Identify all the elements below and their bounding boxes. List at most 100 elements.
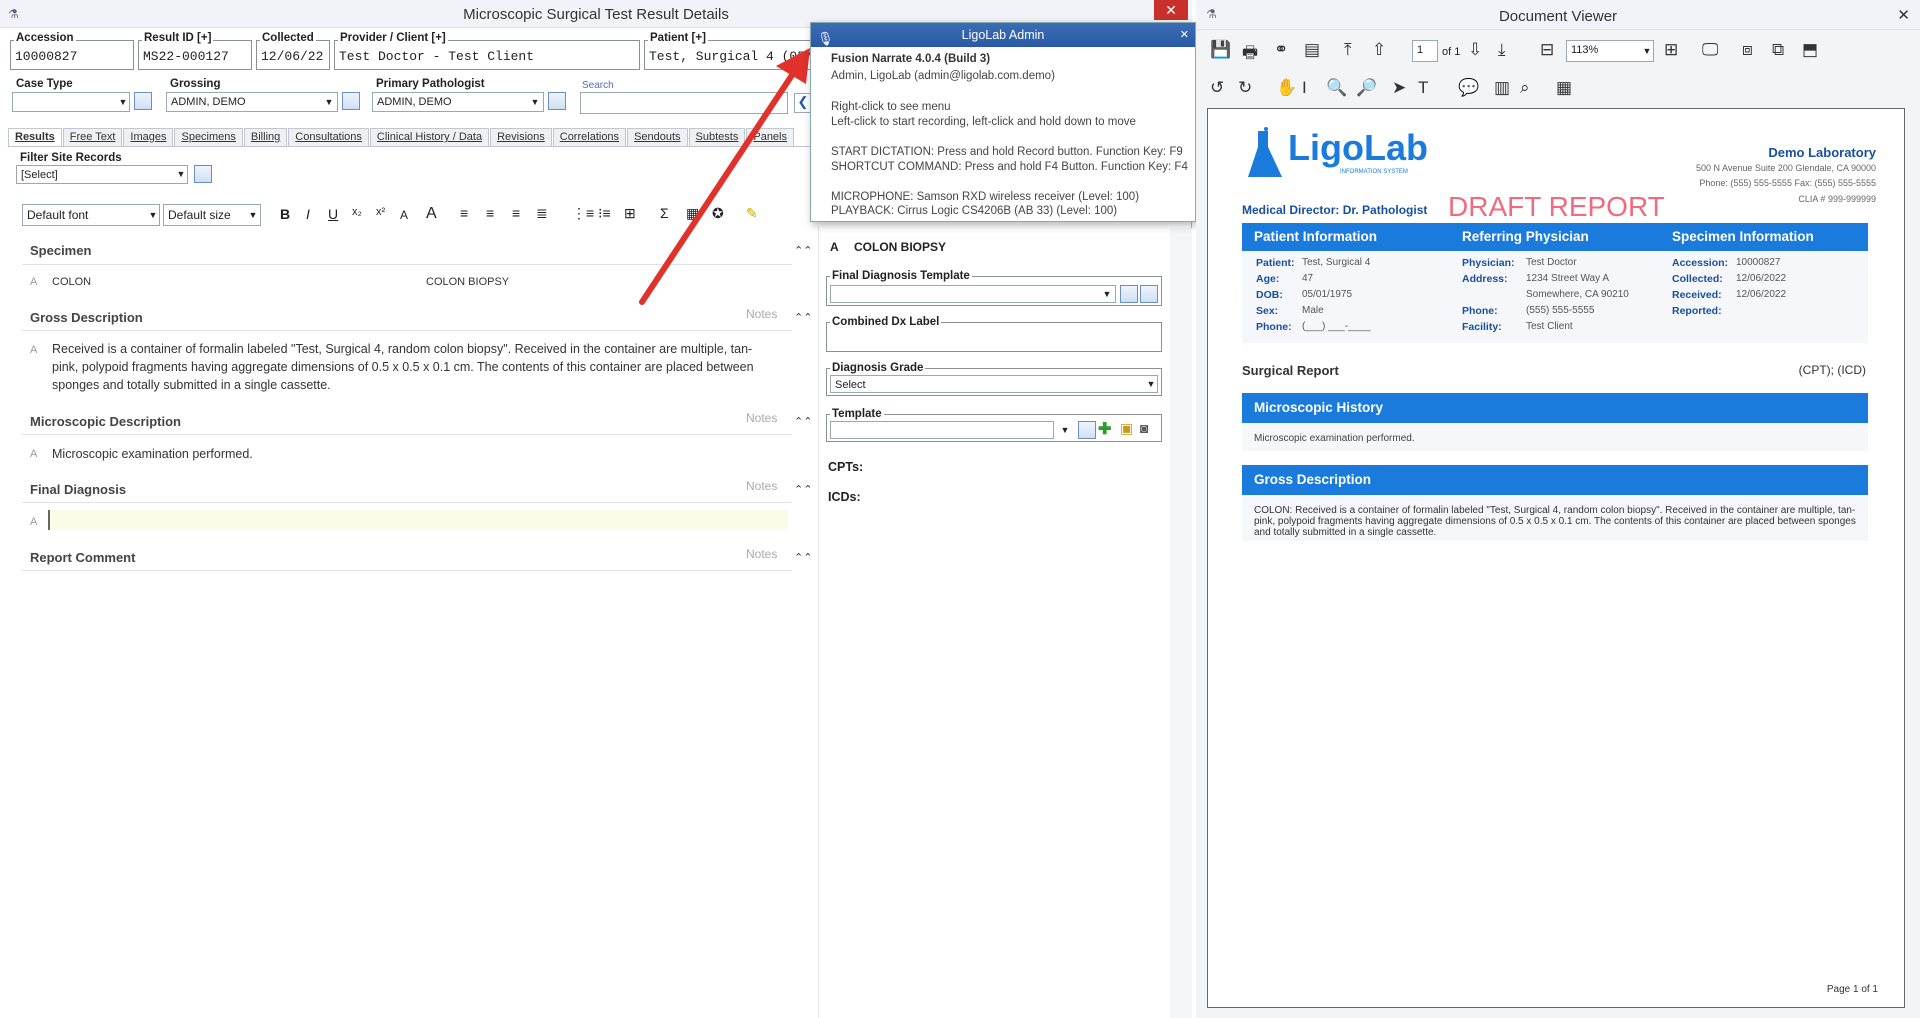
provider-label[interactable]: Provider / Client [+] (338, 32, 448, 44)
numbered-list-icon[interactable]: ⋮≡ (572, 205, 594, 222)
size-chevron-down-icon[interactable]: ▼ (246, 206, 260, 224)
superscript-icon[interactable]: x² (376, 206, 385, 218)
provider-field[interactable]: Provider / Client [+] Test Doctor - Test… (334, 32, 640, 70)
rotate-right-icon[interactable]: ↻ (1238, 78, 1252, 98)
zoom-chevron-down-icon[interactable]: ▼ (1640, 42, 1654, 60)
subscript-icon[interactable]: x₂ (352, 206, 362, 218)
tab-specimens[interactable]: Specimens (174, 128, 243, 146)
final-dx-lookup-icon[interactable] (1120, 285, 1138, 303)
grade-chevron-down-icon[interactable]: ▼ (1144, 375, 1158, 393)
filter-lookup-icon[interactable] (194, 165, 212, 183)
tab-consultations[interactable]: Consultations (288, 128, 369, 146)
first-page-icon[interactable]: ⤒ (1344, 40, 1352, 60)
tab-results[interactable]: Results (8, 128, 62, 146)
pathologist-select[interactable]: ADMIN, DEMO (372, 92, 544, 112)
fit-width-icon[interactable]: ⬒ (1802, 40, 1818, 60)
micro-notes[interactable]: Notes (746, 411, 777, 425)
last-page-icon[interactable]: ⤓ (1498, 40, 1506, 60)
page-number-input[interactable]: 1 (1412, 40, 1438, 62)
zoom-select-icon[interactable]: 🔍 (1326, 78, 1347, 98)
next-page-icon[interactable]: ⇩ (1468, 40, 1482, 60)
italic-icon[interactable]: I (306, 206, 310, 222)
underline-icon[interactable]: U (328, 206, 338, 222)
align-left-icon[interactable]: ≡ (460, 205, 468, 221)
grade-select[interactable]: Select (830, 375, 1158, 393)
tab-billing[interactable]: Billing (243, 128, 288, 146)
collected-value[interactable]: 12/06/22 (256, 40, 330, 70)
microphone-icon[interactable]: 🎙 (817, 27, 834, 51)
tab-images[interactable]: Images (123, 128, 174, 146)
filter-select[interactable]: [Select] (16, 165, 188, 184)
pointer-icon[interactable]: ➤ (1392, 78, 1406, 98)
collected-field[interactable]: Collected 12/06/22 (256, 32, 330, 70)
final-dx-edit-icon[interactable] (1140, 285, 1158, 303)
tab-correlations[interactable]: Correlations (552, 128, 627, 146)
grossing-select[interactable]: ADMIN, DEMO (166, 92, 338, 112)
print-icon[interactable]: 🖶 (1242, 40, 1258, 69)
final-collapse-icon[interactable]: ⌃⌃ (794, 483, 812, 496)
popup-title[interactable]: 🎙 LigoLab Admin ✕ (811, 23, 1195, 47)
shrink-font-icon[interactable]: A (400, 208, 408, 222)
provider-value[interactable]: Test Doctor - Test Client (334, 40, 640, 70)
template-select[interactable] (830, 421, 1054, 439)
dictation-popup[interactable]: 🎙 LigoLab Admin ✕ Fusion Narrate 4.0.4 (… (810, 22, 1196, 222)
final-dx-template-select[interactable] (830, 285, 1116, 303)
pane-divider[interactable] (818, 226, 819, 1018)
final-diagnosis-input[interactable] (48, 510, 788, 530)
align-right-icon[interactable]: ≡ (512, 205, 520, 221)
hand-tool-icon[interactable]: ✋ (1276, 78, 1297, 98)
binoculars-icon[interactable]: ⚭ (1274, 40, 1288, 60)
accession-field[interactable]: Accession 10000827 (10, 32, 134, 70)
pathologist-calendar-icon[interactable] (548, 92, 566, 110)
tab-revisions[interactable]: Revisions (490, 128, 552, 146)
patient-label[interactable]: Patient [+] (648, 32, 708, 44)
text-annotation-icon[interactable]: T (1418, 78, 1428, 98)
save-icon[interactable]: 💾 (1210, 40, 1231, 60)
micro-collapse-icon[interactable]: ⌃⌃ (794, 415, 812, 428)
template-camera-icon[interactable]: ◙ (1140, 420, 1148, 436)
font-select[interactable]: Default font (22, 204, 160, 226)
bold-icon[interactable]: B (280, 206, 290, 222)
close-button[interactable]: ✕ (1154, 0, 1188, 20)
result-id-value[interactable]: MS22-000127 (138, 40, 252, 70)
pages-icon[interactable]: ▤ (1304, 40, 1320, 60)
align-center-icon[interactable]: ≡ (486, 205, 494, 221)
page-search-icon[interactable]: ⌕ (1520, 78, 1530, 98)
case-type-lookup-icon[interactable] (134, 92, 152, 110)
actual-size-icon[interactable]: ⧈ (1742, 40, 1753, 60)
doc-properties-icon[interactable]: ▦ (1556, 78, 1572, 98)
grossing-calendar-icon[interactable] (342, 92, 360, 110)
zoom-in-icon[interactable]: ⊞ (1664, 40, 1678, 60)
case-type-select[interactable] (12, 92, 130, 112)
fit-page-icon[interactable]: ⧉ (1772, 40, 1784, 60)
thumbnails-icon[interactable]: ▥ (1494, 78, 1510, 98)
comment-collapse-icon[interactable]: ⌃⌃ (794, 551, 812, 564)
accession-value[interactable]: 10000827 (10, 40, 134, 70)
previous-page-icon[interactable]: ⇧ (1372, 40, 1386, 60)
template-add-icon[interactable]: ✚ (1098, 419, 1111, 439)
final-notes[interactable]: Notes (746, 479, 777, 493)
rotate-left-icon[interactable]: ↺ (1210, 78, 1224, 98)
template-lookup-icon[interactable] (1078, 421, 1096, 439)
zoom-dynamic-icon[interactable]: 🔎 (1356, 78, 1377, 98)
justify-icon[interactable]: ≣ (536, 205, 548, 222)
grossing-chevron-down-icon[interactable]: ▼ (322, 93, 336, 111)
comment-notes[interactable]: Notes (746, 547, 777, 561)
grow-font-icon[interactable]: A (426, 205, 437, 223)
text-select-icon[interactable]: I (1302, 78, 1307, 98)
case-type-chevron-down-icon[interactable]: ▼ (116, 93, 130, 111)
filter-chevron-down-icon[interactable]: ▼ (174, 165, 188, 183)
micro-text[interactable]: Microscopic examination performed. (52, 445, 253, 463)
tab-clinical-history[interactable]: Clinical History / Data (369, 128, 490, 146)
bullet-list-icon[interactable]: ⁝≡ (598, 205, 611, 222)
fullscreen-icon[interactable]: 🖵 (1702, 40, 1718, 60)
pathologist-chevron-down-icon[interactable]: ▼ (528, 93, 542, 111)
font-chevron-down-icon[interactable]: ▼ (146, 206, 160, 224)
gross-text[interactable]: Received is a container of formalin labe… (52, 340, 772, 394)
result-id-field[interactable]: Result ID [+] MS22-000127 (138, 32, 252, 70)
template-chevron-down-icon[interactable]: ▼ (1058, 421, 1072, 439)
template-folder-icon[interactable]: ▣ (1120, 420, 1133, 437)
tab-free-text[interactable]: Free Text (62, 128, 123, 146)
result-id-label[interactable]: Result ID [+] (142, 32, 214, 44)
popup-close-icon[interactable]: ✕ (1180, 23, 1189, 47)
